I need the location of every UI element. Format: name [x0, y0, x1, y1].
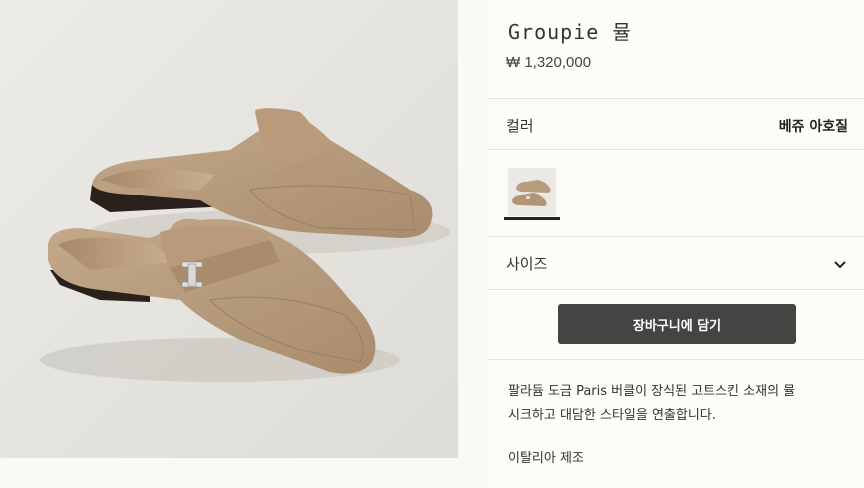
divider — [488, 359, 864, 360]
color-label: 컬러 — [506, 117, 534, 135]
description-line: 시크하고 대담한 스타일을 연출합니다. — [508, 408, 716, 423]
product-price: ₩ 1,320,000 — [506, 54, 592, 71]
image-bottom-spacer — [0, 458, 458, 488]
size-label: 사이즈 — [506, 255, 548, 273]
product-title: Groupie 뮬 — [508, 20, 632, 44]
add-to-cart-button[interactable]: 장바구니에 담기 — [558, 304, 796, 344]
description-line: 팔라듐 도금 Paris 버클이 장식된 고트스킨 소재의 뮬 — [508, 384, 796, 399]
product-image[interactable] — [0, 0, 458, 458]
color-swatch-thumbnail[interactable] — [508, 168, 556, 216]
swatch-shoe-image — [508, 168, 556, 216]
product-details-panel: Groupie 뮬 ₩ 1,320,000 컬러 베쥬 아호질 사이즈 장바구니… — [488, 0, 864, 488]
divider — [488, 98, 864, 99]
product-photo-shoes — [0, 0, 458, 458]
divider — [488, 149, 864, 150]
chevron-down-icon — [834, 261, 846, 269]
size-selector[interactable]: 사이즈 — [488, 237, 864, 289]
made-in-label: 이탈리아 제조 — [508, 451, 584, 466]
color-value: 베쥬 아호질 — [778, 119, 848, 135]
product-description: 팔라듐 도금 Paris 버클이 장식된 고트스킨 소재의 뮬 시크하고 대담한… — [508, 380, 848, 428]
divider — [488, 289, 864, 290]
swatch-selected-indicator — [504, 217, 560, 220]
